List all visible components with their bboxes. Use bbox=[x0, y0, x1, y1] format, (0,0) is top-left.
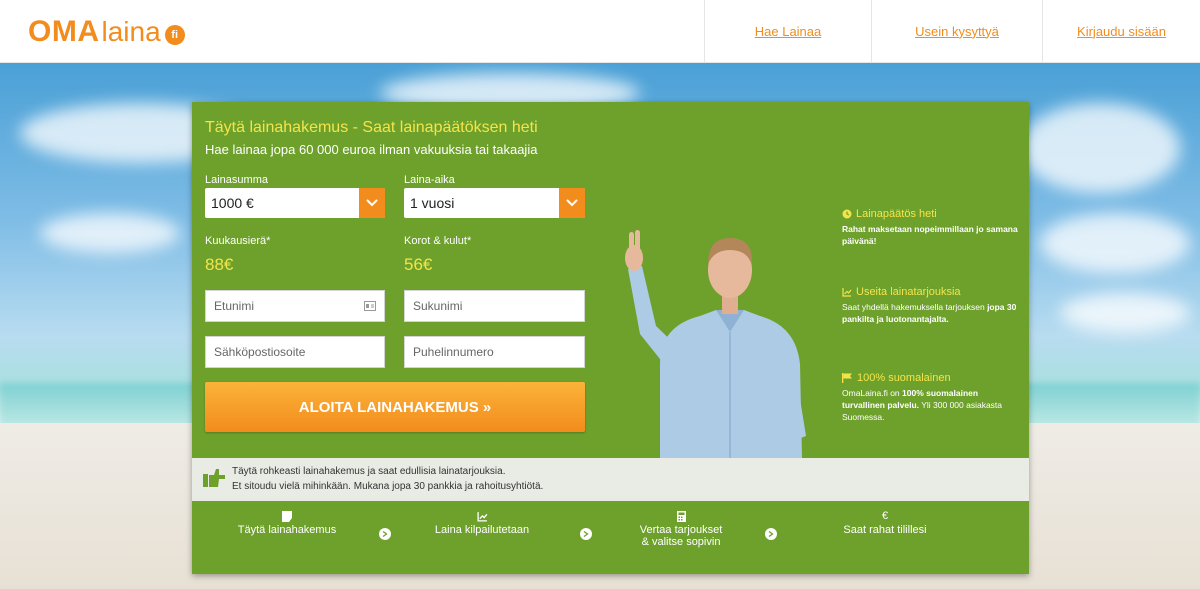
logo-fi-badge: fi bbox=[164, 25, 185, 45]
id-card-icon bbox=[364, 300, 376, 314]
nav-kirjaudu-sisaan[interactable]: Kirjaudu sisään bbox=[1042, 0, 1200, 62]
calculator-icon bbox=[676, 511, 686, 522]
loan-application-card: Täytä lainahakemus - Saat lainapäätöksen… bbox=[192, 102, 1029, 574]
step-fill-application: Täytä lainahakemus bbox=[222, 511, 352, 536]
feature-desc: Saat yhdellä hakemuksella tarjouksen bbox=[842, 302, 988, 312]
feature-desc-bold: Rahat maksetaan nopeimmillaan jo samana … bbox=[842, 224, 1018, 246]
step-competition: Laina kilpailutetaan bbox=[417, 511, 547, 536]
info-line-1: Täytä rohkeasti lainahakemus ja saat edu… bbox=[232, 466, 506, 477]
form-subtitle: Hae lainaa jopa 60 000 euroa ilman vakuu… bbox=[205, 142, 538, 157]
feature-multiple-offers: Useita lainatarjouksia Saat yhdellä hake… bbox=[842, 286, 1022, 325]
feature-instant-decision: Lainapäätös heti Rahat maksetaan nopeimm… bbox=[842, 208, 1022, 247]
phone-field[interactable]: Puhelinnumero bbox=[404, 336, 585, 368]
nav-usein-kysyttya[interactable]: Usein kysyttyä bbox=[871, 0, 1042, 62]
form-title: Täytä lainahakemus - Saat lainapäätöksen… bbox=[205, 119, 538, 136]
feature-title: 100% suomalainen bbox=[857, 372, 951, 384]
info-line-2: Et sitoudu vielä mihinkään. Mukana jopa … bbox=[232, 481, 544, 492]
email-field[interactable]: Sähköpostiosoite bbox=[205, 336, 385, 368]
logo-laina: laina bbox=[101, 16, 161, 47]
firstname-field[interactable]: Etunimi bbox=[205, 290, 385, 322]
lastname-field[interactable]: Sukunimi bbox=[404, 290, 585, 322]
step-compare-offers: Vertaa tarjoukset & valitse sopivin bbox=[616, 511, 746, 548]
lastname-placeholder: Sukunimi bbox=[413, 299, 463, 313]
chart-icon bbox=[842, 288, 852, 297]
chevron-down-icon[interactable] bbox=[559, 188, 585, 218]
loan-amount-select[interactable]: 1000 € bbox=[205, 188, 385, 218]
chart-icon bbox=[476, 512, 487, 522]
costs-value: 56€ bbox=[404, 255, 433, 274]
loan-amount-value: 1000 € bbox=[211, 195, 254, 211]
info-strip: Täytä rohkeasti lainahakemus ja saat edu… bbox=[192, 458, 1029, 501]
amount-label: Lainasumma bbox=[205, 174, 268, 186]
step-label: Täytä lainahakemus bbox=[237, 524, 337, 536]
site-header: OMA laina fi Hae Lainaa Usein kysyttyä K… bbox=[0, 0, 1200, 63]
process-steps: Täytä lainahakemus Laina kilpailutetaan … bbox=[192, 501, 1029, 574]
document-icon bbox=[282, 511, 292, 522]
logo-oma: OMA bbox=[28, 15, 100, 48]
step-label: Saat rahat tilillesi bbox=[843, 524, 927, 536]
costs-label: Korot & kulut* bbox=[404, 235, 472, 247]
chevron-right-icon bbox=[580, 528, 592, 540]
monthly-value: 88€ bbox=[205, 255, 234, 274]
person-image bbox=[625, 230, 806, 459]
period-label: Laina-aika bbox=[404, 174, 455, 186]
feature-title: Useita lainatarjouksia bbox=[856, 286, 961, 298]
phone-placeholder: Puhelinnumero bbox=[413, 345, 494, 359]
firstname-placeholder: Etunimi bbox=[214, 299, 255, 313]
main-nav: Hae Lainaa Usein kysyttyä Kirjaudu sisää… bbox=[704, 0, 1200, 62]
euro-icon: € bbox=[881, 510, 889, 522]
step-get-money: € Saat rahat tilillesi bbox=[820, 510, 950, 537]
flag-icon bbox=[842, 373, 852, 383]
omalaina-logo[interactable]: OMA laina fi bbox=[28, 14, 185, 50]
start-application-button[interactable]: ALOITA LAINAHAKEMUS » bbox=[205, 382, 585, 432]
step-label: Vertaa tarjoukset bbox=[639, 524, 723, 536]
clock-icon bbox=[842, 209, 852, 219]
chevron-right-icon bbox=[765, 528, 777, 540]
email-placeholder: Sähköpostiosoite bbox=[214, 345, 306, 359]
chevron-down-icon[interactable] bbox=[359, 188, 385, 218]
step-label: Laina kilpailutetaan bbox=[434, 524, 530, 536]
monthly-label: Kuukausierä* bbox=[205, 235, 271, 247]
feature-title: Lainapäätös heti bbox=[856, 208, 937, 220]
chevron-right-icon bbox=[379, 528, 391, 540]
step-label-2: & valitse sopivin bbox=[641, 536, 721, 548]
nav-hae-lainaa[interactable]: Hae Lainaa bbox=[704, 0, 871, 62]
feature-desc: OmaLaina.fi on bbox=[842, 388, 903, 398]
thumbs-up-pointing-icon bbox=[203, 469, 225, 487]
loan-period-value: 1 vuosi bbox=[410, 195, 455, 211]
loan-period-select[interactable]: 1 vuosi bbox=[404, 188, 585, 218]
feature-finnish: 100% suomalainen OmaLaina.fi on 100% suo… bbox=[842, 372, 1022, 423]
